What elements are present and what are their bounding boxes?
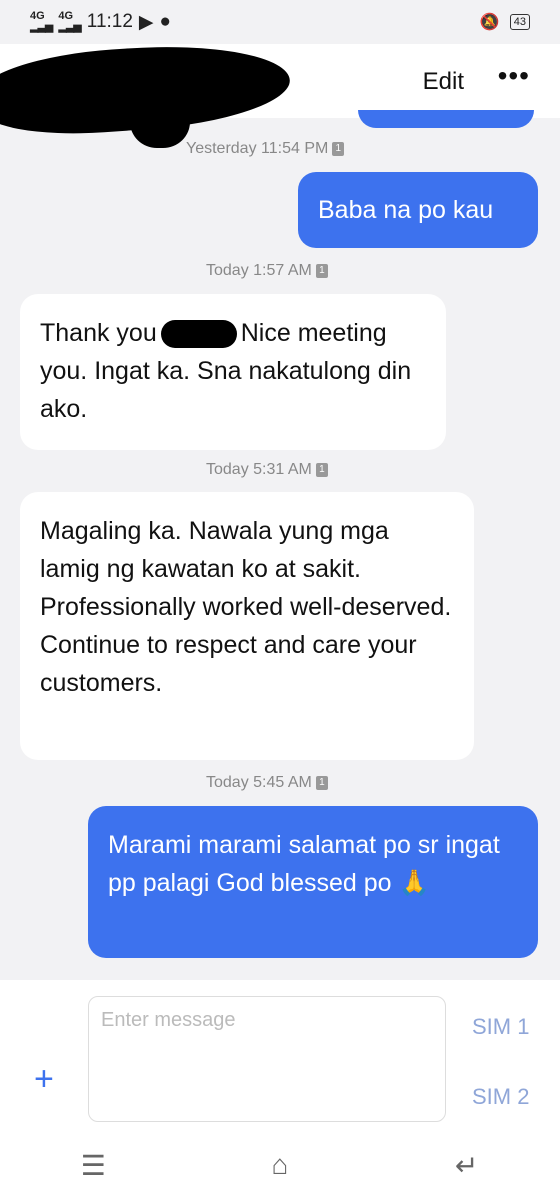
edit-button[interactable]: Edit (423, 68, 464, 96)
signal-icon-1: 4G ▂▃▅ (30, 10, 53, 33)
incoming-message[interactable]: Thank you Nice meeting you. Ingat ka. Sna… (20, 294, 446, 450)
send-sim2-button[interactable]: SIM 2 (472, 1084, 529, 1110)
timestamp: Today 1:57 AM 1 (206, 262, 328, 280)
video-icon: ▶ (138, 11, 154, 33)
send-sim1-button[interactable]: SIM 1 (472, 1014, 529, 1040)
status-left: 4G ▂▃▅ 4G ▂▃▅ 11:12 ▶ ● (30, 11, 171, 34)
sim-indicator-icon: 1 (315, 264, 328, 278)
message-text: Baba na po kau (318, 196, 494, 224)
message-text: Magaling ka. Nawala yung mga lamig ng ka… (40, 517, 452, 697)
battery-icon: 43 (509, 14, 530, 30)
status-bar: 4G ▂▃▅ 4G ▂▃▅ 11:12 ▶ ● 🔕 43 (0, 0, 560, 44)
signal-icon-2: 4G ▂▃▅ (58, 10, 81, 33)
back-icon[interactable]: ↵ (437, 1149, 497, 1182)
menu-icon[interactable]: ☰ (63, 1149, 123, 1182)
message-text: Thank you (40, 319, 157, 347)
timestamp: Today 5:31 AM 1 (206, 461, 328, 479)
clock: 11:12 (86, 11, 133, 32)
incoming-message[interactable]: Magaling ka. Nawala yung mga lamig ng ka… (20, 492, 474, 760)
more-options-icon[interactable]: ••• (498, 60, 530, 92)
sim-indicator-icon: 1 (315, 776, 328, 790)
message-input[interactable] (88, 996, 446, 1122)
system-nav-bar: ☰ ⌂ ↵ (0, 1130, 560, 1200)
timestamp: Yesterday 11:54 PM 1 (186, 140, 345, 158)
redacted-contact-name-extra (130, 90, 190, 148)
composer-bar: + SIM 1 SIM 2 (0, 980, 560, 1130)
outgoing-message[interactable]: Marami marami salamat po sr ingat pp pal… (88, 806, 538, 958)
outgoing-message[interactable]: Baba na po kau (298, 172, 538, 248)
timestamp: Today 5:45 AM 1 (206, 774, 328, 792)
plus-icon[interactable]: + (34, 1060, 54, 1099)
mute-icon: 🔕 (479, 14, 500, 31)
conversation-header: Edit ••• (0, 37, 560, 148)
sim-indicator-icon: 1 (332, 142, 345, 156)
message-text: Marami marami salamat po sr ingat pp pal… (108, 831, 500, 897)
sim-indicator-icon: 1 (315, 463, 328, 477)
status-right: 🔕 43 (480, 12, 530, 32)
redacted-name (160, 320, 237, 349)
home-icon[interactable]: ⌂ (250, 1149, 310, 1181)
messenger-icon: ● (159, 11, 172, 32)
previous-outgoing-bubble (358, 110, 534, 128)
